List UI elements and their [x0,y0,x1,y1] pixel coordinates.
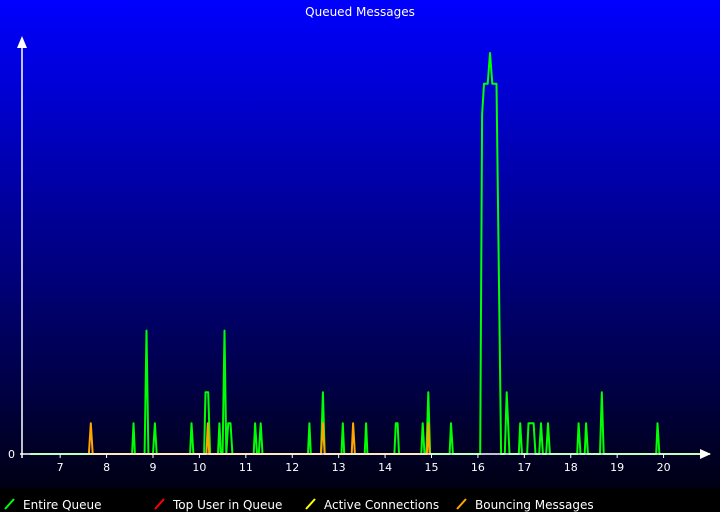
chart-title: Queued Messages [305,5,415,19]
x-tick-label: 12 [285,461,299,474]
legend-label: Top User in Queue [172,498,282,512]
x-tick-label: 11 [239,461,253,474]
legend-item-bouncing-messages: Bouncing Messages [456,498,594,512]
legend-item-active-connections: Active Connections [305,498,439,512]
x-tick-label: 7 [57,461,64,474]
x-tick-label: 20 [657,461,671,474]
x-tick-label: 9 [150,461,157,474]
queued-messages-chart: Queued Messages 7 8 9 10 11 12 13 14 15 16 17 18 19 2… [0,0,720,512]
x-tick-label: 16 [471,461,485,474]
x-tick-label: 17 [517,461,531,474]
y-tick-label: 0 [8,448,15,461]
legend-label: Bouncing Messages [475,498,594,512]
x-tick-label: 19 [610,461,624,474]
x-tick-label: 13 [332,461,346,474]
x-tick-label: 8 [103,461,110,474]
x-tick-label: 15 [425,461,439,474]
x-tick-label: 18 [564,461,578,474]
x-tick-label: 10 [192,461,206,474]
x-tick-label: 14 [378,461,392,474]
plot-background [0,0,720,488]
legend-label: Entire Queue [23,498,102,512]
legend-label: Active Connections [324,498,439,512]
legend-item-top-user-in-queue: Top User in Queue [154,498,282,512]
